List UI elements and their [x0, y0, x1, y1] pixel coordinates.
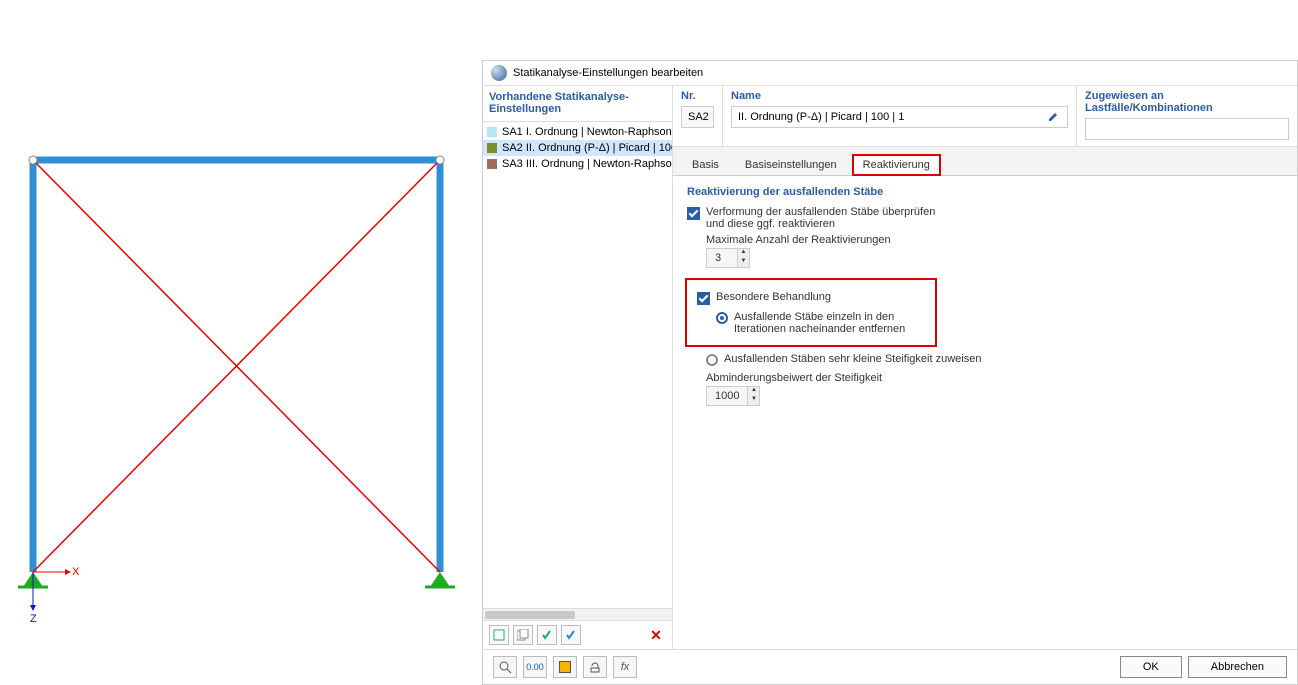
analysis-settings-list[interactable]: SA1 I. Ordnung | Newton-Raphson SA2 II. …	[483, 122, 672, 608]
model-viewport[interactable]: X Z	[0, 140, 470, 610]
new-button[interactable]	[489, 625, 509, 645]
dialog-body: Vorhandene Statikanalyse-Einstellungen S…	[483, 86, 1297, 649]
left-toolbar: ✕	[483, 620, 672, 649]
cancel-button[interactable]: Abbrechen	[1188, 656, 1287, 678]
app-icon	[491, 65, 507, 81]
name-value: II. Ordnung (P-Δ) | Picard | 100 | 1	[738, 111, 904, 123]
list-item-sa1[interactable]: SA1 I. Ordnung | Newton-Raphson	[483, 124, 672, 140]
list-item-label: I. Ordnung | Newton-Raphson	[526, 126, 672, 138]
right-panel: Nr. SA2 Name II. Ordnung (P-Δ) | Picard …	[673, 86, 1297, 649]
list-item-code: SA1	[502, 126, 523, 138]
check-special-treatment-row: Besondere Behandlung	[697, 291, 925, 305]
ok-button[interactable]: OK	[1120, 656, 1182, 678]
copy-button[interactable]	[513, 625, 533, 645]
assigned-input[interactable]	[1085, 118, 1289, 140]
special-treatment-highlight: Besondere Behandlung Ausfallende Stäbe e…	[685, 278, 937, 347]
list-item-sa2[interactable]: SA2 II. Ordnung (P-Δ) | Picard | 100 | 1	[483, 140, 672, 156]
dialog-footer: 0.00 fx OK Abbrechen	[483, 649, 1297, 684]
assigned-label: Zugewiesen an Lastfälle/Kombinationen	[1085, 90, 1289, 114]
spinner-down-icon[interactable]: ▼	[738, 258, 749, 267]
list-item-label: II. Ordnung (P-Δ) | Picard | 100 | 1	[526, 142, 672, 154]
list-item-label: III. Ordnung | Newton-Raphson | 1	[526, 158, 672, 170]
nr-input[interactable]: SA2	[681, 106, 714, 128]
check-verify-deformation-row: Verformung der ausfallenden Stäbe überpr…	[687, 206, 1283, 230]
max-reactivations-label: Maximale Anzahl der Reaktivierungen	[706, 234, 1283, 246]
reduction-factor-block: Abminderungsbeiwert der Steifigkeit 1000…	[706, 372, 1283, 406]
reduction-factor-label: Abminderungsbeiwert der Steifigkeit	[706, 372, 1283, 384]
radio-small-stiffness-row: Ausfallenden Stäben sehr kleine Steifigk…	[706, 353, 1283, 366]
support-right	[430, 572, 450, 587]
radio-remove-individually-label: Ausfallende Stäbe einzeln in den Iterati…	[734, 311, 925, 335]
name-column: Name II. Ordnung (P-Δ) | Picard | 100 | …	[723, 86, 1077, 146]
footer-tool-color[interactable]	[553, 656, 577, 678]
axis-z-arrow	[30, 605, 36, 611]
tabs: Basis Basiseinstellungen Reaktivierung	[673, 147, 1297, 176]
nr-column: Nr. SA2	[673, 86, 723, 146]
edit-name-icon[interactable]	[1047, 109, 1063, 125]
spinner-up-icon[interactable]: ▲	[748, 387, 759, 396]
tab-reaktivierung[interactable]: Reaktivierung	[852, 154, 941, 176]
checkbox-verify-deformation[interactable]	[687, 207, 700, 220]
tab-basis[interactable]: Basis	[681, 154, 730, 175]
nr-label: Nr.	[681, 90, 714, 102]
scrollbar-thumb[interactable]	[485, 611, 575, 619]
list-item-code: SA3	[502, 158, 523, 170]
node-top-right	[436, 156, 444, 164]
footer-tool-units[interactable]: 0.00	[523, 656, 547, 678]
dialog-title: Statikanalyse-Einstellungen bearbeiten	[513, 67, 703, 79]
footer-tool-magnify[interactable]	[493, 656, 517, 678]
spinner-down-icon[interactable]: ▼	[748, 396, 759, 405]
left-panel: Vorhandene Statikanalyse-Einstellungen S…	[483, 86, 673, 649]
swatch-icon	[487, 143, 497, 153]
checkbox-special-treatment-label: Besondere Behandlung	[716, 291, 831, 303]
nr-value: SA2	[688, 111, 709, 123]
model-svg: X Z	[0, 140, 470, 630]
left-panel-header: Vorhandene Statikanalyse-Einstellungen	[483, 86, 672, 122]
static-analysis-settings-dialog: Statikanalyse-Einstellungen bearbeiten V…	[482, 60, 1298, 685]
axis-z-label: Z	[30, 613, 37, 625]
radio-remove-individually[interactable]	[716, 312, 728, 324]
toggle-a-button[interactable]	[537, 625, 557, 645]
axis-x-arrow	[65, 569, 71, 575]
spinner-up-icon[interactable]: ▲	[738, 249, 749, 258]
toggle-b-button[interactable]	[561, 625, 581, 645]
checkbox-verify-deformation-label: Verformung der ausfallenden Stäbe überpr…	[706, 206, 936, 230]
radio-small-stiffness-label: Ausfallenden Stäben sehr kleine Steifigk…	[724, 353, 981, 365]
top-fields: Nr. SA2 Name II. Ordnung (P-Δ) | Picard …	[673, 86, 1297, 147]
reduction-factor-spinner[interactable]: 1000 ▲ ▼	[706, 386, 760, 406]
radio-small-stiffness[interactable]	[706, 354, 718, 366]
list-item-code: SA2	[502, 142, 523, 154]
swatch-icon	[487, 159, 497, 169]
footer-tool-calc[interactable]: fx	[613, 656, 637, 678]
radio-remove-individually-row: Ausfallende Stäbe einzeln in den Iterati…	[716, 311, 925, 335]
reduction-factor-value: 1000	[707, 390, 747, 402]
list-item-sa3[interactable]: SA3 III. Ordnung | Newton-Raphson | 1	[483, 156, 672, 172]
delete-button[interactable]: ✕	[646, 625, 666, 645]
assigned-column: Zugewiesen an Lastfälle/Kombinationen	[1077, 86, 1297, 146]
max-reactivations-spinner[interactable]: 3 ▲ ▼	[706, 248, 750, 268]
swatch-icon	[487, 127, 497, 137]
node-top-left	[29, 156, 37, 164]
horizontal-scrollbar[interactable]	[483, 608, 672, 620]
max-reactivations-block: Maximale Anzahl der Reaktivierungen 3 ▲ …	[706, 234, 1283, 268]
checkbox-special-treatment[interactable]	[697, 292, 710, 305]
tab-content: Reaktivierung der ausfallenden Stäbe Ver…	[673, 176, 1297, 649]
name-label: Name	[731, 90, 1068, 102]
reactivation-section-title: Reaktivierung der ausfallenden Stäbe	[687, 186, 1283, 198]
footer-tool-lock[interactable]	[583, 656, 607, 678]
name-input[interactable]: II. Ordnung (P-Δ) | Picard | 100 | 1	[731, 106, 1068, 128]
dialog-titlebar[interactable]: Statikanalyse-Einstellungen bearbeiten	[483, 61, 1297, 86]
tab-basiseinstellungen[interactable]: Basiseinstellungen	[734, 154, 848, 175]
max-reactivations-value: 3	[707, 252, 737, 264]
axis-x-label: X	[72, 566, 80, 578]
